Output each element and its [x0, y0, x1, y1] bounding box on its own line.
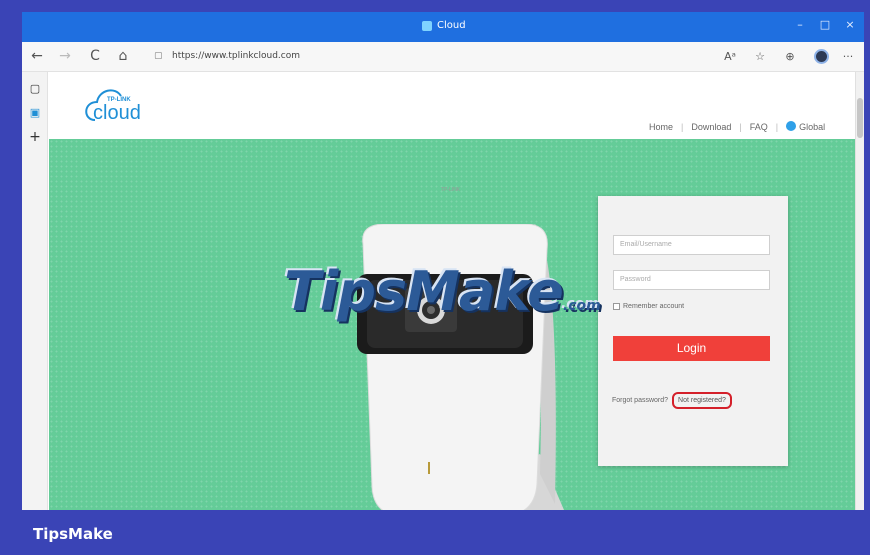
title-bar: Cloud – □ ×	[22, 12, 864, 42]
back-icon[interactable]: ←	[28, 48, 46, 64]
password-field[interactable]: Password	[613, 270, 770, 290]
cloud-tab-icon	[422, 20, 432, 31]
cloud-tab-icon-sidebar[interactable]: ▣	[28, 106, 42, 120]
close-button[interactable]: ×	[840, 18, 860, 31]
collections-icon[interactable]: ⊕	[782, 50, 798, 63]
forward-icon[interactable]: →	[56, 48, 74, 64]
vertical-tabs-sidebar: ▢ ▣ +	[22, 72, 48, 510]
nav-global-link[interactable]: Global	[786, 121, 825, 132]
nav-separator: |	[775, 121, 779, 132]
site-header: TP-LINK cloud Home | Download | FAQ | Gl…	[49, 72, 855, 139]
reload-icon[interactable]: C	[86, 48, 104, 64]
profile-avatar[interactable]	[814, 49, 829, 64]
nav-faq-link[interactable]: FAQ	[750, 122, 768, 132]
window-title-text: Cloud	[437, 20, 466, 31]
read-aloud-icon[interactable]: Aᵃ	[722, 50, 738, 63]
nav-separator: |	[681, 121, 684, 132]
forgot-password-link[interactable]: Forgot password?	[612, 397, 668, 404]
not-registered-link[interactable]: Not registered?	[672, 392, 732, 409]
camera-brand-label: TP-LINK	[441, 187, 461, 193]
maximize-button[interactable]: □	[815, 18, 835, 31]
top-navigation: Home | Download | FAQ | Global	[649, 121, 825, 132]
tipsmake-caption: TipsMake	[33, 525, 113, 543]
nav-home-link[interactable]: Home	[649, 122, 673, 132]
login-panel: Email/Username Password Remember account…	[598, 196, 788, 466]
more-icon[interactable]: ···	[840, 50, 856, 63]
remember-account-label: Remember account	[623, 303, 685, 310]
account-links: Forgot password? Not registered?	[612, 392, 732, 409]
page-scrollbar[interactable]	[855, 72, 864, 510]
nav-global-label: Global	[799, 122, 826, 132]
checkbox-icon	[613, 303, 620, 310]
nav-separator: |	[739, 121, 742, 132]
lock-icon: ▢	[154, 51, 163, 61]
tab-actions-icon[interactable]: ▢	[28, 82, 42, 96]
watermark-text: TipsMake	[284, 260, 564, 323]
logo-word-text: cloud	[93, 102, 141, 124]
nav-download-link[interactable]: Download	[691, 122, 731, 132]
address-toolbar: ← → C ⌂ ▢ https://www.tplinkcloud.com Aᵃ…	[22, 42, 864, 72]
address-input[interactable]: https://www.tplinkcloud.com	[172, 51, 300, 61]
new-tab-icon[interactable]: +	[28, 130, 42, 144]
remember-account-checkbox[interactable]: Remember account	[613, 303, 684, 310]
favorite-icon[interactable]: ☆	[752, 50, 768, 63]
login-button[interactable]: Login	[613, 336, 770, 361]
hero-banner: TP-LINK Email/Username Password Remember…	[49, 139, 855, 510]
globe-icon	[786, 121, 797, 131]
home-icon[interactable]: ⌂	[114, 48, 132, 64]
scrollbar-thumb[interactable]	[857, 98, 863, 138]
window-title: Cloud	[422, 20, 466, 31]
tipsmake-watermark: TipsMake.com	[284, 260, 601, 323]
watermark-suffix: .com	[562, 298, 601, 314]
minimize-button[interactable]: –	[790, 18, 810, 31]
browser-window: Cloud – □ × ← → C ⌂ ▢ https://www.tplink…	[22, 12, 864, 510]
email-field[interactable]: Email/Username	[613, 235, 770, 255]
